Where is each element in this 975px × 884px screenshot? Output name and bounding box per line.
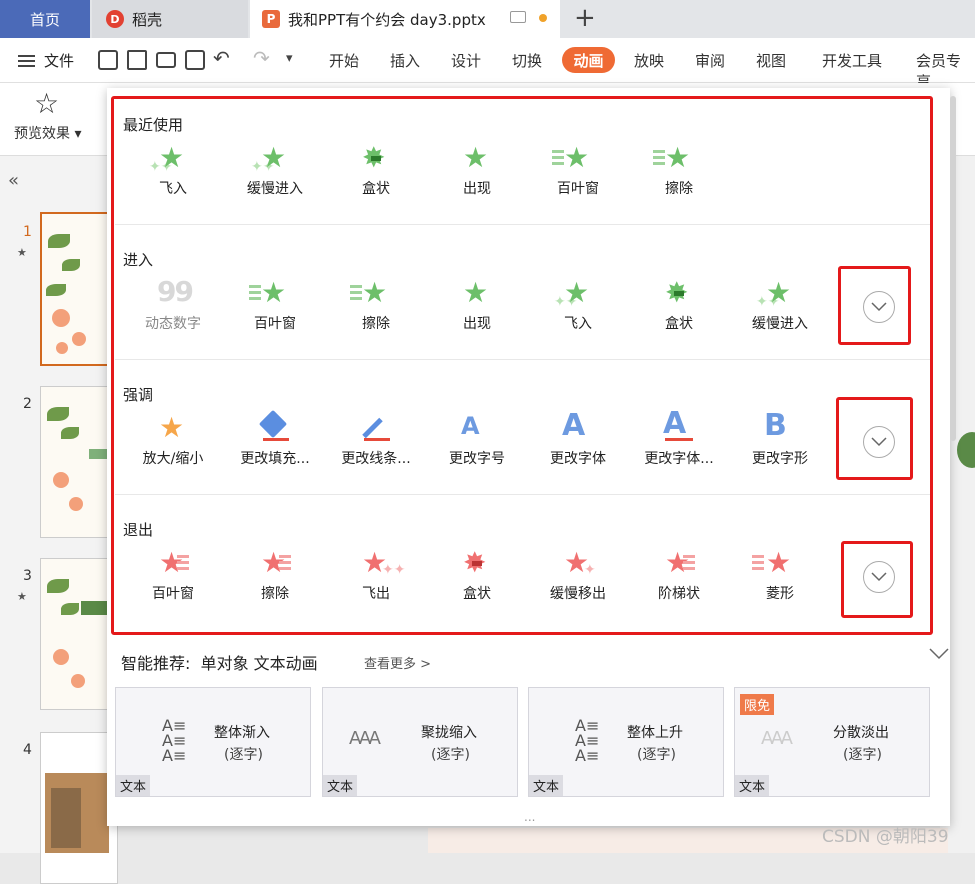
menu-start[interactable]: 开始 <box>329 50 359 71</box>
tab-document-label: 我和PPT有个约会 day3.pptx <box>288 10 486 29</box>
save-icon[interactable] <box>98 50 118 70</box>
resize-grip[interactable]: ... <box>524 810 535 824</box>
menu-view[interactable]: 视图 <box>756 50 786 71</box>
recommend-title: 智能推荐: 单对象 文本动画 <box>121 650 318 674</box>
rec-card-name: 整体上升 <box>627 725 683 741</box>
highlight-box-gallery <box>111 96 933 635</box>
rec-card-whole-fade-in[interactable]: A≡ A≡ A≡ 整体渐入 (逐字) 文本 <box>115 687 311 797</box>
rec-card-sub: (逐字) <box>431 747 470 763</box>
slide-number: 4 <box>23 742 32 758</box>
tab-home[interactable]: 首页 <box>0 0 90 38</box>
rec-card-name: 整体渐入 <box>214 725 270 741</box>
preview-effect-label: 预览效果 <box>14 126 70 142</box>
rec-card-scatter-fade-out[interactable]: 限免 AAA 分散淡出 (逐字) 文本 <box>734 687 930 797</box>
rec-card-tag: 文本 <box>735 775 770 796</box>
slide-number: 3 <box>23 568 32 584</box>
unsaved-dot-icon <box>539 14 547 22</box>
file-menu[interactable]: 文件 <box>18 50 74 71</box>
menu-slideshow[interactable]: 放映 <box>634 50 664 71</box>
text-scale-icon: AAA <box>349 728 381 749</box>
rec-card-tag: 文本 <box>116 775 151 796</box>
text-lines-icon: A≡ A≡ A≡ <box>162 716 187 765</box>
preview-effect-button[interactable]: 预览效果 ▾ <box>14 123 81 143</box>
slide-number: 1 <box>23 224 32 240</box>
watermark: CSDN @朝阳39 <box>822 827 949 847</box>
monitor-icon[interactable] <box>510 11 526 23</box>
animation-gallery-panel: 最近使用 ✦✦★ 飞入 ✦✦★ 缓慢进入 ✸ 盒状 ★ 出现 ★ 百叶窗 ★ 擦… <box>107 88 956 826</box>
double-chevron-left-icon[interactable]: « <box>8 170 19 191</box>
daoke-logo-icon: D <box>106 10 124 28</box>
tab-daoke[interactable]: D 稻壳 <box>92 0 248 38</box>
rec-card-tag: 文本 <box>529 775 564 796</box>
slide-number: 2 <box>23 396 32 412</box>
text-scatter-icon: AAA <box>761 728 793 749</box>
rec-card-sub: (逐字) <box>843 747 882 763</box>
rec-card-name: 聚拢缩入 <box>421 725 477 741</box>
text-lines-icon: A≡ A≡ A≡ <box>575 716 600 765</box>
hamburger-icon <box>18 54 35 67</box>
file-menu-label: 文件 <box>44 52 75 70</box>
rec-card-tag: 文本 <box>323 775 358 796</box>
ppt-file-icon: P <box>262 10 280 28</box>
animation-star-icon: ★ <box>17 246 27 259</box>
collapse-recommend-icon[interactable] <box>929 648 949 660</box>
print-preview-icon[interactable] <box>185 50 205 70</box>
recommend-subtitle: 单对象 文本动画 <box>200 654 318 673</box>
menu-insert[interactable]: 插入 <box>390 50 420 71</box>
rec-card-name: 分散淡出 <box>833 725 889 741</box>
recommend-title-text: 智能推荐: <box>121 654 191 673</box>
new-tab-button[interactable]: + <box>574 3 596 33</box>
rec-card-sub: (逐字) <box>637 747 676 763</box>
print-icon[interactable] <box>156 52 176 68</box>
scrollbar[interactable] <box>950 96 956 441</box>
undo-icon[interactable]: ↶ <box>213 46 230 70</box>
rec-card-gather-shrink[interactable]: AAA 聚拢缩入 (逐字) 文本 <box>322 687 518 797</box>
rec-card-sub: (逐字) <box>224 747 263 763</box>
customize-dropdown-icon[interactable]: ▾ <box>286 51 293 66</box>
tab-document[interactable]: P 我和PPT有个约会 day3.pptx <box>250 0 560 38</box>
tab-home-label: 首页 <box>29 10 60 29</box>
menu-animation[interactable]: 动画 <box>562 47 615 73</box>
export-icon[interactable] <box>127 50 147 70</box>
tab-daoke-label: 稻壳 <box>132 10 163 29</box>
menu-review[interactable]: 审阅 <box>695 50 725 71</box>
rec-card-whole-rise[interactable]: A≡ A≡ A≡ 整体上升 (逐字) 文本 <box>528 687 724 797</box>
view-more-link[interactable]: 查看更多 > <box>364 653 431 672</box>
slide-sidebar: « 1 ★ 2 3 ★ 4 <box>0 156 120 884</box>
menu-bar: 文件 ↶ ↷ ▾ 开始 插入 设计 切换 动画 放映 审阅 视图 开发工具 会员… <box>0 38 975 91</box>
menu-design[interactable]: 设计 <box>451 50 481 71</box>
tab-bar: 首页 D 稻壳 P 我和PPT有个约会 day3.pptx + <box>0 0 975 38</box>
menu-transition[interactable]: 切换 <box>512 50 542 71</box>
animation-star-icon: ★ <box>17 590 27 603</box>
free-badge: 限免 <box>740 694 775 715</box>
menu-developer[interactable]: 开发工具 <box>822 50 882 71</box>
preview-star-icon[interactable]: ☆ <box>34 87 59 120</box>
redo-icon[interactable]: ↷ <box>253 46 270 70</box>
